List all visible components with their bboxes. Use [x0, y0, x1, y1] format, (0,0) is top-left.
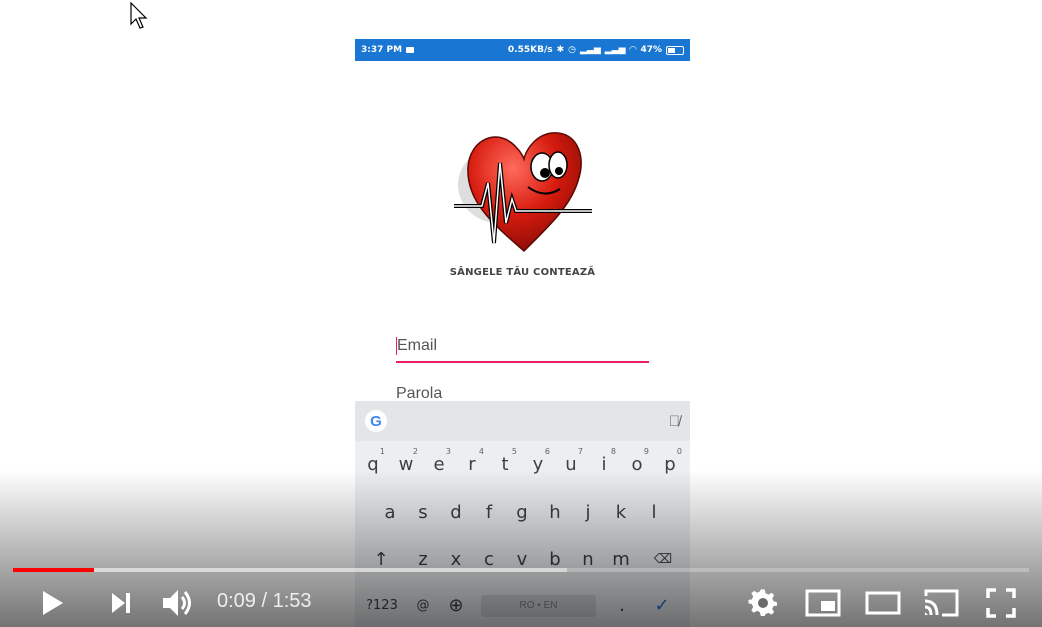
- spacebar[interactable]: RO • EN: [481, 595, 596, 617]
- phone-screen: 3:37 PM 0.55KB/s ✱ ◷ ▂▃▅ ▂▃▅ ◠ 47% SÂNGE…: [355, 39, 690, 627]
- key-t[interactable]: t5: [490, 445, 520, 485]
- signal-icon: ▂▃▅: [580, 45, 601, 55]
- onscreen-keyboard: G 🎙̸ q1 w2 e3 r4 t5 y6 u7 i8 o9 p0 a s d…: [355, 401, 690, 627]
- miniplayer-button[interactable]: [802, 585, 844, 621]
- play-icon: [43, 591, 63, 615]
- email-field[interactable]: Email: [396, 337, 649, 363]
- shift-icon[interactable]: ↑: [366, 540, 396, 580]
- period-key[interactable]: .: [607, 586, 637, 626]
- checkmark-icon[interactable]: ✓: [647, 586, 677, 626]
- key-w[interactable]: w2: [391, 445, 421, 485]
- settings-button[interactable]: [744, 585, 782, 621]
- key-y[interactable]: y6: [523, 445, 553, 485]
- key-g[interactable]: g: [507, 493, 537, 533]
- theater-mode-button[interactable]: [862, 585, 904, 621]
- keyboard-row-1: q1 w2 e3 r4 t5 y6 u7 i8 o9 p0: [355, 445, 690, 485]
- key-q[interactable]: q1: [358, 445, 388, 485]
- progress-bar[interactable]: [13, 568, 1029, 572]
- bluetooth-icon: ✱: [556, 45, 565, 55]
- key-k[interactable]: k: [606, 493, 636, 533]
- fullscreen-button[interactable]: [982, 585, 1020, 621]
- key-b[interactable]: b: [540, 540, 570, 580]
- alarm-icon: ◷: [568, 45, 576, 55]
- keyboard-row-3: ↑ z x c v b n m ⌫: [355, 540, 690, 580]
- email-placeholder: Email: [397, 337, 438, 355]
- key-c[interactable]: c: [474, 540, 504, 580]
- app-logo-heart-icon: [454, 132, 592, 253]
- symbols-key[interactable]: ?123: [365, 586, 399, 626]
- key-r[interactable]: r4: [457, 445, 487, 485]
- key-v[interactable]: v: [507, 540, 537, 580]
- volume-icon: [163, 590, 191, 616]
- status-bar: 3:37 PM 0.55KB/s ✱ ◷ ▂▃▅ ▂▃▅ ◠ 47%: [355, 39, 690, 61]
- keyboard-toolbar: G 🎙̸: [355, 401, 690, 441]
- key-e[interactable]: e3: [424, 445, 454, 485]
- key-n[interactable]: n: [573, 540, 603, 580]
- key-j[interactable]: j: [573, 493, 603, 533]
- progress-loaded: [13, 568, 567, 572]
- key-a[interactable]: a: [375, 493, 405, 533]
- key-x[interactable]: x: [441, 540, 471, 580]
- key-h[interactable]: h: [540, 493, 570, 533]
- key-o[interactable]: o9: [622, 445, 652, 485]
- app-tagline: SÂNGELE TĂU CONTEAZĂ: [449, 267, 596, 278]
- key-f[interactable]: f: [474, 493, 504, 533]
- backspace-icon[interactable]: ⌫: [648, 540, 678, 580]
- play-button[interactable]: [34, 585, 70, 621]
- network-speed: 0.55KB/s: [507, 45, 553, 55]
- key-d[interactable]: d: [441, 493, 471, 533]
- at-key[interactable]: @: [408, 586, 438, 626]
- mouse-cursor-icon: [130, 2, 148, 29]
- battery-percent: 47%: [640, 45, 662, 55]
- wifi-icon: ◠: [629, 45, 637, 55]
- key-l[interactable]: l: [639, 493, 669, 533]
- screen-record-icon: [406, 47, 415, 53]
- fullscreen-icon: [986, 588, 1016, 618]
- mic-off-icon[interactable]: 🎙̸: [669, 413, 680, 430]
- miniplayer-icon: [805, 589, 841, 617]
- key-u[interactable]: u7: [556, 445, 586, 485]
- next-button[interactable]: [102, 585, 138, 621]
- google-g-icon[interactable]: G: [365, 410, 387, 432]
- next-icon: [112, 593, 130, 613]
- theater-icon: [865, 591, 901, 615]
- key-p[interactable]: p0: [655, 445, 685, 485]
- video-player[interactable]: 3:37 PM 0.55KB/s ✱ ◷ ▂▃▅ ▂▃▅ ◠ 47% SÂNGE…: [0, 0, 1042, 627]
- cast-button[interactable]: [920, 585, 962, 621]
- key-m[interactable]: m: [606, 540, 636, 580]
- password-placeholder: Parola: [396, 385, 443, 402]
- keyboard-row-2: a s d f g h j k l: [355, 493, 690, 533]
- time-display: 0:09 / 1:53: [217, 590, 312, 612]
- progress-played: [13, 568, 95, 572]
- status-time: 3:37 PM: [361, 45, 403, 55]
- settings-icon: [748, 589, 777, 617]
- volume-button[interactable]: [158, 585, 198, 621]
- signal-2-icon: ▂▃▅: [604, 45, 626, 55]
- key-i[interactable]: i8: [589, 445, 619, 485]
- key-s[interactable]: s: [408, 493, 438, 533]
- key-z[interactable]: z: [408, 540, 438, 580]
- battery-icon: [666, 45, 684, 55]
- cast-icon: [924, 589, 959, 617]
- globe-icon[interactable]: ⊕: [441, 586, 471, 626]
